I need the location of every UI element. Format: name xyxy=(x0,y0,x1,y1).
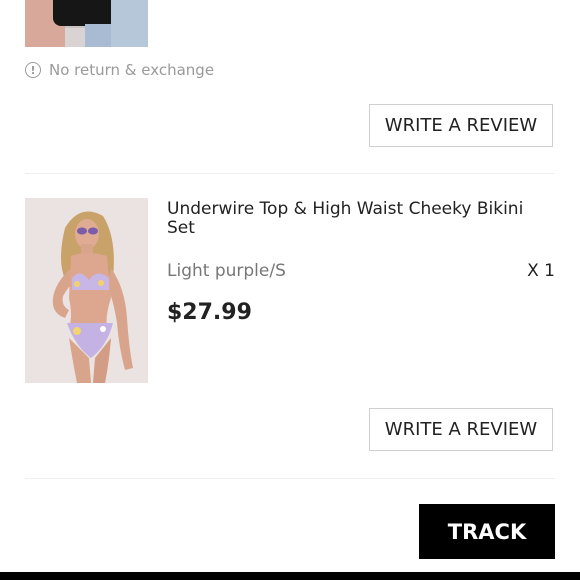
write-review-button[interactable]: WRITE A REVIEW xyxy=(369,104,553,147)
write-review-button-item[interactable]: WRITE A REVIEW xyxy=(369,408,553,451)
section-divider xyxy=(25,478,555,479)
info-circle-icon: ! xyxy=(25,62,41,78)
no-return-notice: ! No return & exchange xyxy=(25,60,214,80)
item-divider xyxy=(25,173,555,174)
product-price: $27.99 xyxy=(167,300,252,325)
product-title[interactable]: Underwire Top & High Waist Cheeky Bikini… xyxy=(167,200,547,238)
product-image[interactable] xyxy=(25,198,148,383)
notice-text: No return & exchange xyxy=(49,61,215,79)
product-quantity: X 1 xyxy=(527,261,555,281)
bottom-bar xyxy=(0,572,580,580)
previous-item-image[interactable] xyxy=(25,0,148,47)
track-button[interactable]: TRACK xyxy=(419,504,555,559)
product-variant: Light purple/S xyxy=(167,261,286,281)
